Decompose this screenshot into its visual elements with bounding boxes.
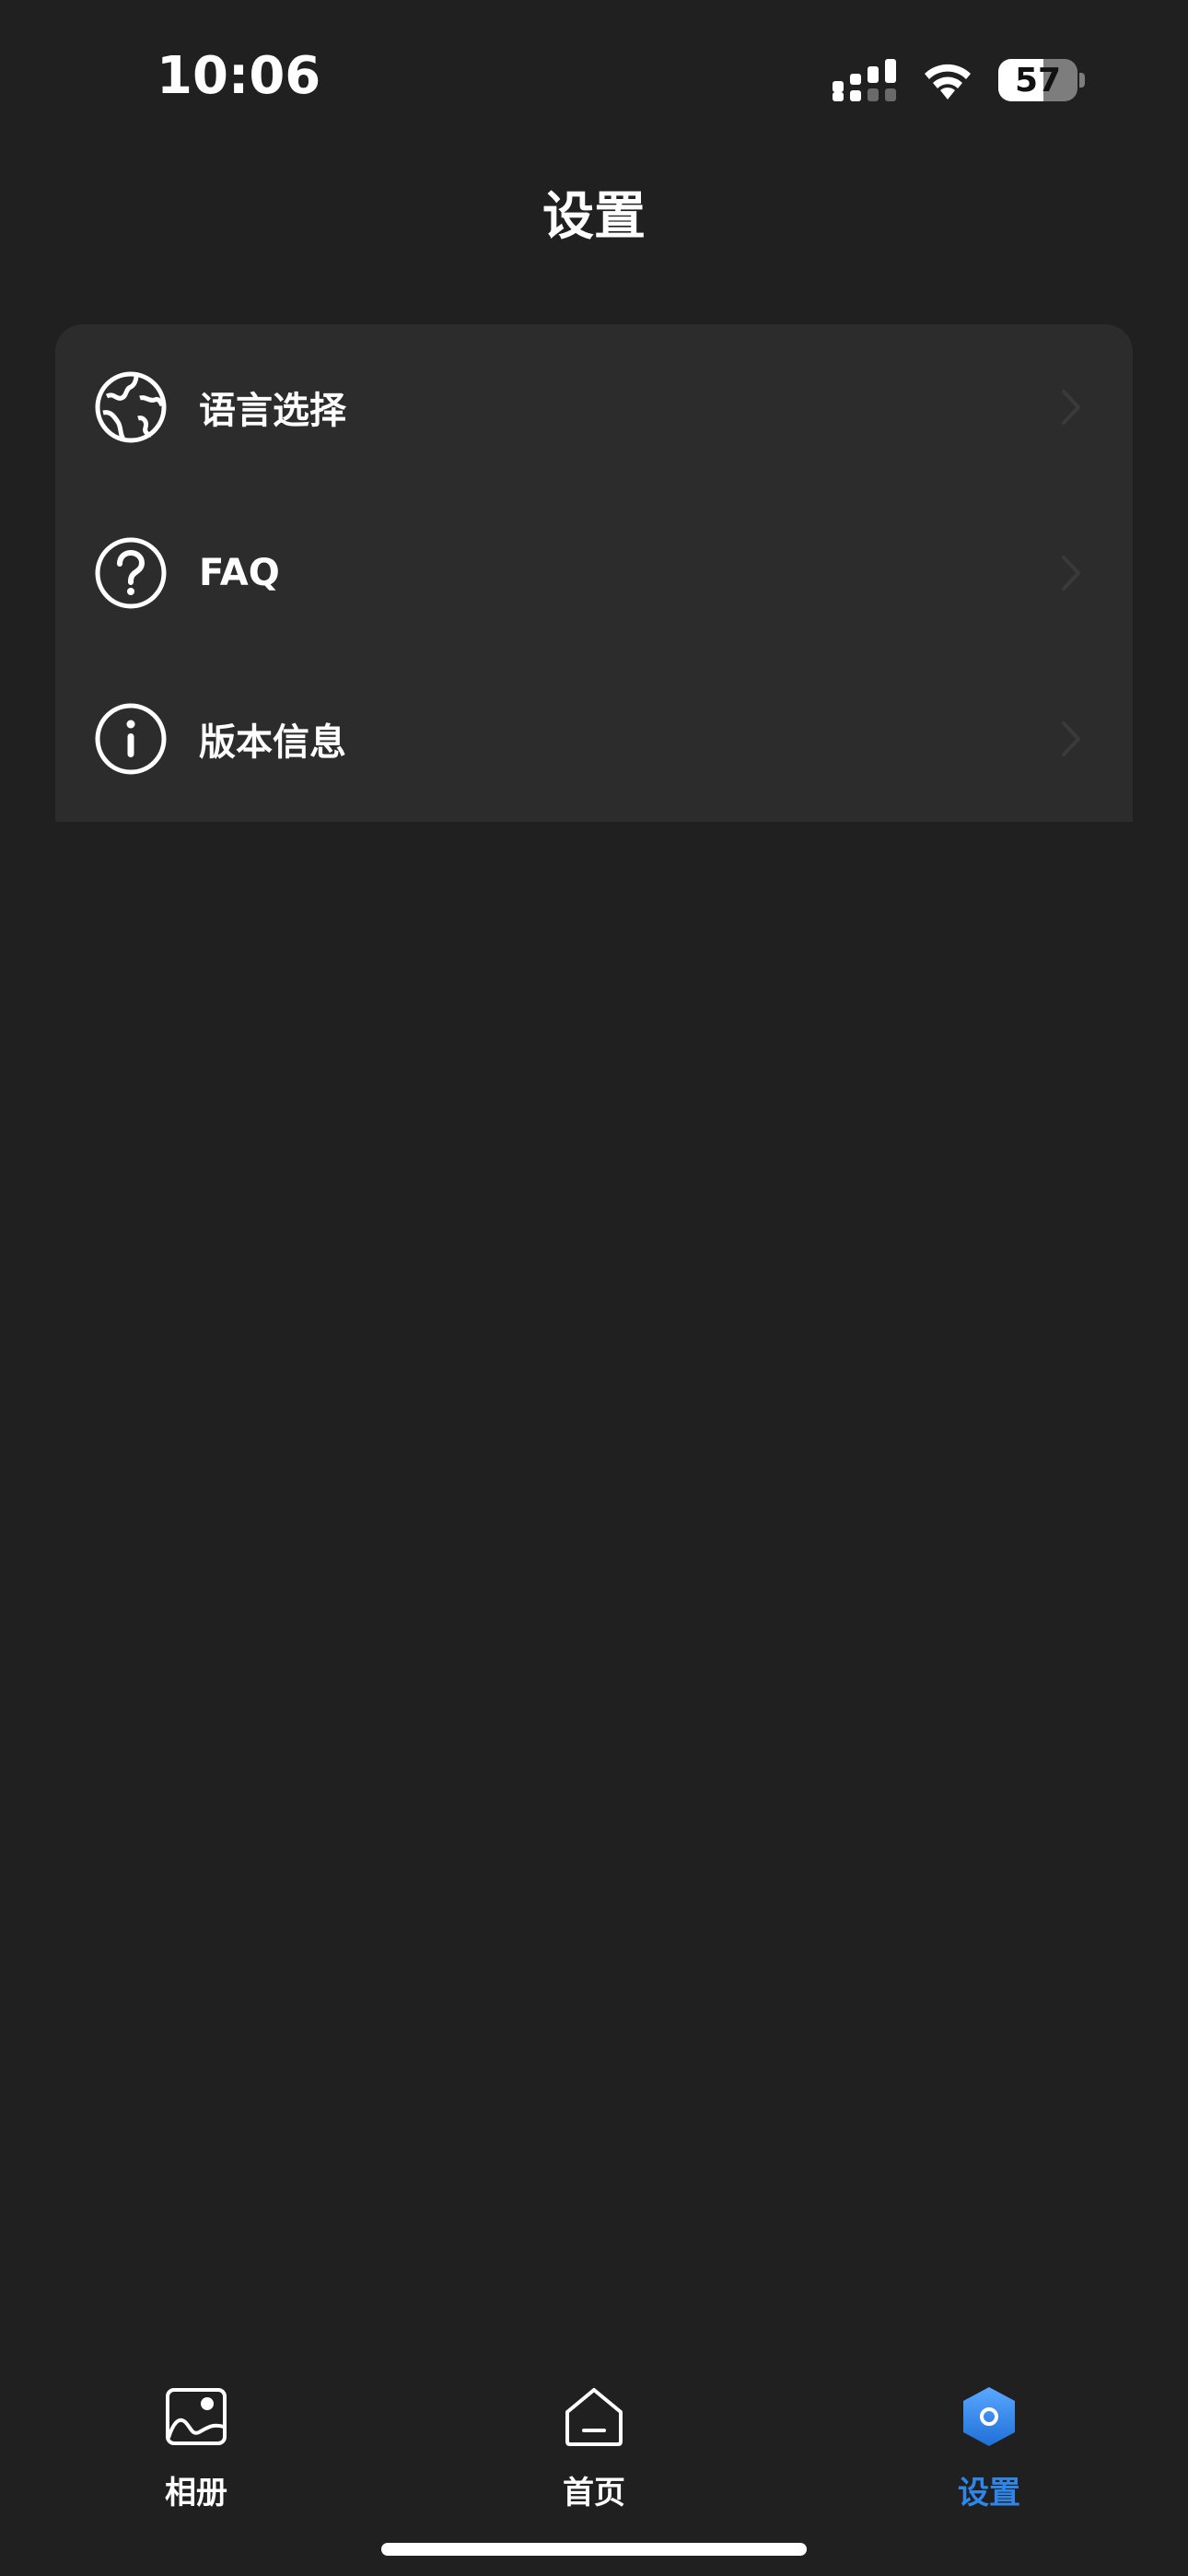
photo-album-icon: [166, 2388, 227, 2445]
settings-item-label: FAQ: [199, 552, 280, 594]
settings-list: 语言选择 FAQ 版本信息: [55, 324, 1133, 822]
settings-item-label: 语言选择: [199, 390, 346, 432]
settings-hexagon-icon: [963, 2387, 1015, 2446]
tab-label: 首页: [563, 2475, 625, 2512]
settings-item-version[interactable]: 版本信息: [55, 656, 1133, 822]
settings-item-faq[interactable]: FAQ: [55, 490, 1133, 656]
tab-home[interactable]: 首页: [493, 2368, 695, 2515]
battery-level: 57: [1014, 61, 1062, 100]
settings-item-language[interactable]: 语言选择: [55, 324, 1133, 490]
home-icon: [565, 2388, 623, 2446]
status-bar: 10:06 57: [0, 0, 1188, 157]
tab-label: 设置: [958, 2475, 1020, 2512]
battery-indicator: 57: [998, 59, 1077, 101]
tab-settings[interactable]: 设置: [888, 2368, 1090, 2515]
home-indicator: [381, 2543, 807, 2556]
settings-item-label: 版本信息: [199, 721, 346, 764]
status-time: 10:06: [157, 46, 321, 106]
chevron-right-icon: [1062, 390, 1080, 425]
info-circle-icon: [95, 703, 167, 775]
chevron-right-icon: [1062, 556, 1080, 591]
page-title: 设置: [542, 187, 646, 247]
status-icons: 57: [833, 57, 1085, 103]
tab-album[interactable]: 相册: [95, 2368, 297, 2515]
cellular-signal-icon: [833, 59, 896, 101]
question-circle-icon: [95, 537, 167, 609]
battery-cap: [1079, 73, 1085, 88]
tab-label: 相册: [165, 2475, 227, 2512]
wifi-icon: [925, 64, 971, 100]
chevron-right-icon: [1062, 721, 1080, 756]
globe-icon: [95, 371, 167, 443]
